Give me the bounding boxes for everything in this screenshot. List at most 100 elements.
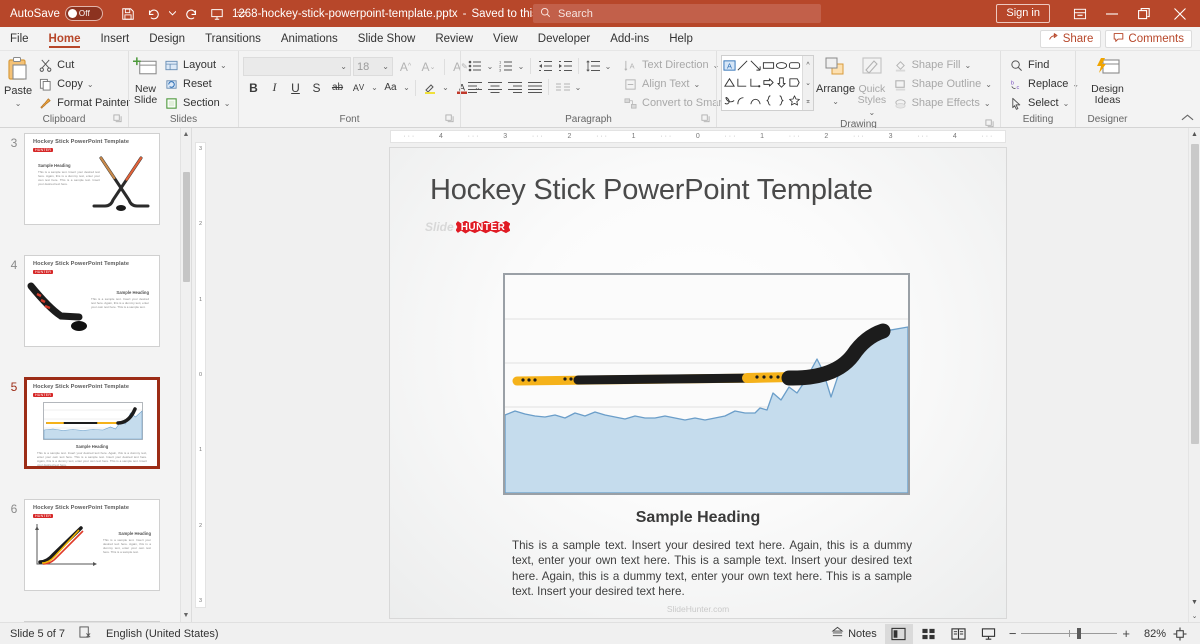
save-icon[interactable] (117, 3, 139, 24)
normal-view-button[interactable] (884, 623, 913, 644)
shape-right-arrow-icon[interactable] (762, 74, 775, 91)
sign-in-button[interactable]: Sign in (996, 4, 1050, 23)
clipboard-dialog-launcher-icon[interactable] (112, 114, 122, 124)
paragraph-dialog-launcher-icon[interactable] (700, 114, 710, 124)
autosave-toggle[interactable]: Off (64, 6, 103, 21)
slide-scroll-thumb[interactable] (1191, 144, 1199, 444)
shape-scribble-icon[interactable] (723, 92, 736, 109)
arrange-dropdown-icon[interactable]: ⌄ (832, 96, 839, 107)
comments-button[interactable]: Comments (1105, 29, 1192, 48)
bold-button[interactable]: B (243, 78, 264, 97)
close-icon[interactable] (1160, 0, 1200, 27)
minimize-icon[interactable] (1096, 0, 1128, 27)
thumbnail-slide-3[interactable]: 3 Hockey Stick PowerPoint Template HUNTE… (0, 129, 191, 225)
tab-slide-show[interactable]: Slide Show (348, 27, 426, 50)
tab-insert[interactable]: Insert (90, 27, 139, 50)
shape-rectangle-icon[interactable] (762, 57, 775, 74)
line-spacing-dropdown-icon[interactable]: ⌄ (603, 57, 613, 75)
justify-button[interactable] (525, 78, 544, 96)
find-button[interactable]: Find (1005, 56, 1083, 74)
shape-right-brace-icon[interactable] (775, 92, 788, 109)
shape-down-arrow-icon[interactable] (775, 74, 788, 91)
zoom-in-button[interactable]: + (1122, 626, 1130, 641)
horizontal-ruler[interactable]: · · · 4 · · · 3 · · · 2 · · · 1 · · · 0 … (208, 128, 1188, 146)
slide-body-text[interactable]: This is a sample text. Insert your desir… (512, 538, 912, 600)
font-size-dropdown-icon[interactable]: ⌄ (382, 62, 389, 71)
increase-font-size-button[interactable]: A ^ (395, 57, 416, 76)
zoom-level-label[interactable]: 82% (1136, 628, 1166, 640)
bullets-button[interactable] (465, 57, 484, 75)
tab-developer[interactable]: Developer (528, 27, 600, 50)
shape-pentagon-icon[interactable] (788, 74, 801, 91)
maximize-restore-icon[interactable] (1128, 0, 1160, 27)
accessibility-checker-icon[interactable] (79, 625, 92, 642)
ribbon-display-options-icon[interactable] (1064, 0, 1096, 27)
shape-text-box-icon[interactable]: A (723, 57, 736, 74)
quick-styles-dropdown-icon[interactable]: ⌄ (869, 107, 876, 118)
text-highlight-color-button[interactable] (419, 78, 440, 97)
slide-title[interactable]: Hockey Stick PowerPoint Template (430, 174, 873, 207)
tab-help[interactable]: Help (659, 27, 703, 50)
fit-slide-icon[interactable] (1168, 624, 1192, 644)
redo-icon[interactable] (181, 3, 203, 24)
align-right-button[interactable] (505, 78, 524, 96)
tab-review[interactable]: Review (425, 27, 483, 50)
thumbnail-scrollbar[interactable]: ▲ ▼ (180, 128, 191, 622)
search-input[interactable]: Search (533, 4, 821, 23)
font-dialog-launcher-icon[interactable] (444, 114, 454, 124)
decrease-font-size-button[interactable]: A ⌄ (418, 57, 439, 76)
layout-dropdown-icon[interactable]: ⌄ (220, 61, 227, 70)
arrange-button[interactable]: Arrange ⌄ (816, 54, 855, 107)
select-dropdown-icon[interactable]: ⌄ (1063, 99, 1070, 108)
tab-home[interactable]: Home (39, 27, 91, 50)
align-center-button[interactable] (485, 78, 504, 96)
shape-elbow-arrow-icon[interactable] (749, 74, 762, 91)
tab-transitions[interactable]: Transitions (195, 27, 271, 50)
shape-effects-button[interactable]: Shape Effects ⌄ (889, 94, 996, 112)
shape-fill-button[interactable]: Shape Fill ⌄ (889, 56, 996, 74)
shape-effects-dropdown-icon[interactable]: ⌄ (984, 99, 991, 108)
shapes-scroll-down-icon[interactable]: ⌄ (803, 74, 813, 92)
shape-elbow-connector-icon[interactable] (736, 74, 749, 91)
reset-button[interactable]: Reset (160, 75, 234, 93)
slide-counter[interactable]: Slide 5 of 7 (10, 628, 65, 640)
tab-view[interactable]: View (483, 27, 528, 50)
shape-outline-dropdown-icon[interactable]: ⌄ (985, 80, 992, 89)
zoom-track[interactable] (1021, 628, 1118, 639)
shape-fill-dropdown-icon[interactable]: ⌄ (965, 61, 972, 70)
thumbnail-slide-5[interactable]: 5 Hockey Stick PowerPoint Template HUNTE… (0, 373, 191, 469)
tab-animations[interactable]: Animations (271, 27, 348, 50)
share-button[interactable]: Share (1039, 29, 1102, 48)
shape-arrow-icon[interactable] (749, 57, 762, 74)
collapse-ribbon-button[interactable] (1181, 113, 1194, 125)
numbering-dropdown-icon[interactable]: ⌄ (516, 57, 526, 75)
undo-icon[interactable] (142, 3, 164, 24)
copy-button[interactable]: Copy ⌄ (34, 75, 134, 93)
zoom-handle[interactable] (1077, 628, 1082, 639)
slide-thumbnail-panel[interactable]: 3 Hockey Stick PowerPoint Template HUNTE… (0, 128, 192, 622)
font-size-input[interactable]: 18 ⌄ (353, 57, 393, 76)
shape-outline-button[interactable]: Shape Outline ⌄ (889, 75, 996, 93)
shape-arc-icon[interactable] (749, 92, 762, 109)
thumbnail-frame[interactable]: Hockey Stick PowerPoint Template HUNTER … (24, 499, 160, 591)
start-presentation-icon[interactable] (206, 3, 228, 24)
italic-button[interactable]: I (264, 78, 285, 97)
increase-indent-button[interactable] (555, 57, 574, 75)
new-slide-button[interactable]: New Slide (133, 54, 158, 106)
next-slide-icon[interactable]: ⌄ (1189, 609, 1200, 622)
document-title-area[interactable]: 1268-hockey-stick-powerpoint-template.pp… (232, 0, 570, 27)
shapes-gallery-scrollbar[interactable]: ^ ⌄ ⌅ (802, 56, 813, 110)
vertical-ruler[interactable]: 3 2 1 0 1 2 3 (192, 128, 208, 622)
tab-add-ins[interactable]: Add-ins (600, 27, 659, 50)
thumbnail-slide-4[interactable]: 4 Hockey Stick PowerPoint Template HUNTE… (0, 251, 191, 347)
layout-button[interactable]: Layout ⌄ (160, 56, 234, 74)
zoom-slider[interactable]: − + (1009, 626, 1130, 641)
replace-button[interactable]: bc Replace ⌄ (1005, 75, 1083, 93)
columns-dropdown-icon[interactable]: ⌄ (573, 78, 583, 96)
change-case-dropdown-icon[interactable]: ⌄ (401, 78, 412, 97)
highlight-dropdown-icon[interactable]: ⌄ (440, 78, 451, 97)
shape-rounded-rectangle-icon[interactable] (788, 57, 801, 74)
shape-left-brace-icon[interactable] (762, 92, 775, 109)
shape-star-icon[interactable] (788, 92, 801, 109)
shapes-gallery-more-icon[interactable]: ⌅ (803, 92, 813, 110)
